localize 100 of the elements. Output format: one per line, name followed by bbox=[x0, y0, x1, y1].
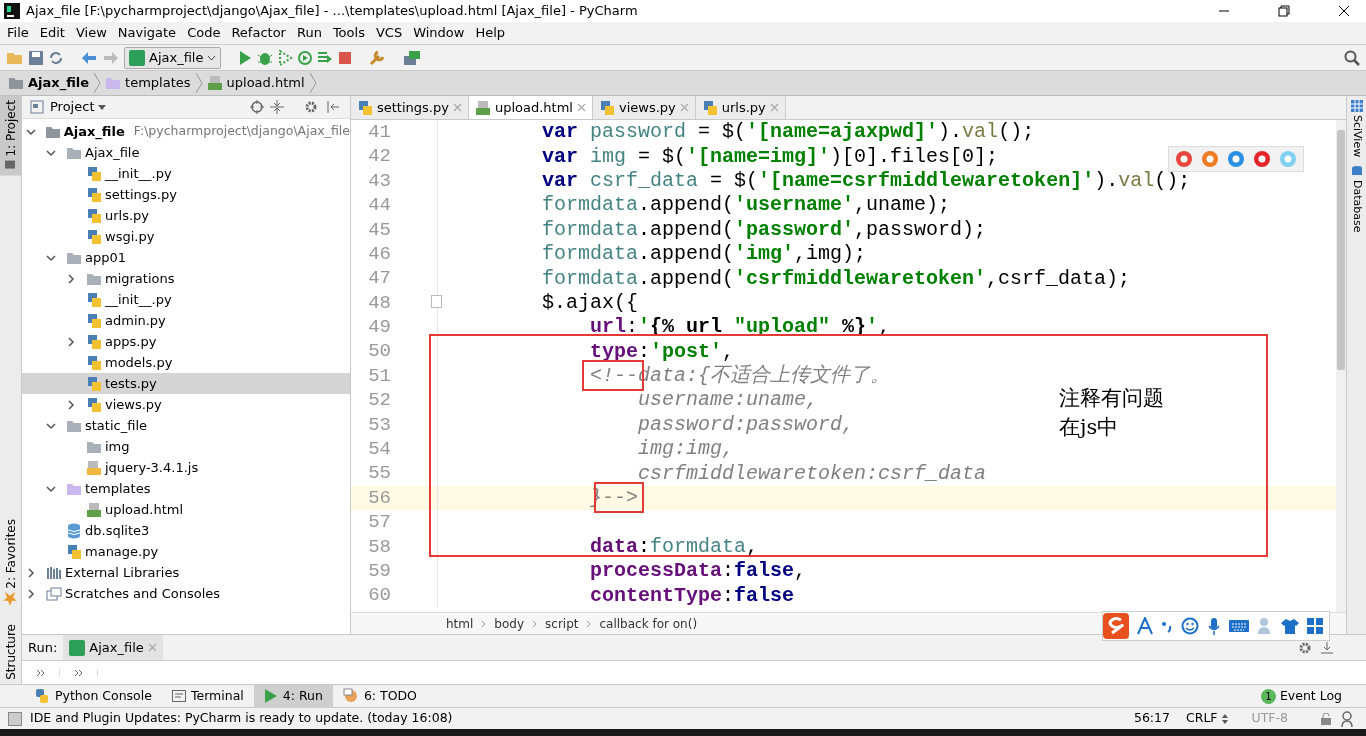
sdk-icon[interactable] bbox=[403, 49, 422, 66]
editor-tab[interactable]: upload.html bbox=[468, 96, 593, 119]
stop-icon[interactable] bbox=[337, 49, 354, 66]
status-icon[interactable] bbox=[8, 711, 22, 726]
hide-icon[interactable] bbox=[326, 100, 340, 114]
chevron-right-icon[interactable] bbox=[66, 336, 76, 347]
menu-item[interactable]: Refactor bbox=[226, 23, 292, 43]
fold-marker-icon[interactable] bbox=[431, 295, 442, 308]
tree-item[interactable]: Ajax_file bbox=[22, 142, 350, 163]
expand-icon[interactable] bbox=[73, 668, 84, 677]
locate-icon[interactable] bbox=[250, 100, 264, 114]
restore-icon[interactable] bbox=[1278, 5, 1290, 17]
tree-item[interactable]: settings.py bbox=[22, 184, 350, 205]
punctuation-icon[interactable] bbox=[1161, 619, 1173, 633]
close-icon[interactable] bbox=[1338, 5, 1350, 17]
chevron-down-icon[interactable] bbox=[46, 420, 56, 431]
event-log-button[interactable]: 1 Event Log bbox=[1260, 686, 1342, 706]
menu-item[interactable]: Run bbox=[291, 23, 328, 43]
menu-item[interactable]: Window bbox=[408, 23, 471, 43]
tree-item[interactable]: urls.py bbox=[22, 205, 350, 226]
lock-icon[interactable] bbox=[1320, 712, 1332, 725]
editor-tab[interactable]: views.py bbox=[592, 96, 696, 119]
menu-item[interactable]: VCS bbox=[370, 23, 409, 43]
expand-icon[interactable] bbox=[35, 668, 46, 677]
tree-item[interactable]: db.sqlite3 bbox=[22, 520, 350, 541]
scrollbar[interactable] bbox=[1336, 120, 1346, 612]
collapse-all-icon[interactable] bbox=[270, 100, 284, 114]
shirt-icon[interactable] bbox=[1281, 618, 1299, 634]
tree-item[interactable]: migrations bbox=[22, 268, 350, 289]
browser-icon[interactable] bbox=[1253, 150, 1271, 168]
chevron-down-icon[interactable] bbox=[26, 126, 36, 137]
tree-item[interactable]: views.py bbox=[22, 394, 350, 415]
tree-item[interactable]: External Libraries bbox=[22, 562, 350, 583]
browser-icon[interactable] bbox=[1175, 150, 1193, 168]
chevron-right-icon[interactable] bbox=[66, 399, 76, 410]
breadcrumb-item[interactable]: html bbox=[446, 614, 474, 633]
input-method-logo-icon[interactable] bbox=[1103, 613, 1129, 639]
tree-item[interactable]: apps.py bbox=[22, 331, 350, 352]
tree-item[interactable]: manage.py bbox=[22, 541, 350, 562]
chevron-right-icon[interactable] bbox=[26, 567, 36, 578]
menu-item[interactable]: Code bbox=[182, 23, 227, 43]
run-configuration-dropdown[interactable]: Ajax_file bbox=[124, 46, 222, 69]
run-tab[interactable]: Ajax_file bbox=[63, 634, 163, 661]
keyboard-icon[interactable] bbox=[1229, 619, 1249, 633]
tool-window-tab[interactable]: Structure bbox=[0, 620, 21, 684]
tool-window-tab[interactable]: Python Console bbox=[24, 684, 162, 708]
tree-item[interactable]: models.py bbox=[22, 352, 350, 373]
coverage-icon[interactable] bbox=[277, 49, 294, 66]
hide-icon[interactable] bbox=[1320, 640, 1334, 655]
chevron-down-icon[interactable] bbox=[46, 147, 56, 158]
menu-item[interactable]: File bbox=[2, 23, 35, 43]
concurrency-icon[interactable] bbox=[317, 49, 334, 66]
tool-window-tab[interactable]: Terminal bbox=[161, 684, 254, 708]
tool-window-tab[interactable]: SciView bbox=[1347, 96, 1366, 162]
breadcrumb-item[interactable]: body bbox=[494, 614, 525, 633]
tree-item[interactable]: img bbox=[22, 436, 350, 457]
tree-item[interactable]: templates bbox=[22, 478, 350, 499]
tool-window-tab[interactable]: 1: Project bbox=[0, 96, 21, 176]
menu-item[interactable]: Tools bbox=[327, 23, 371, 43]
font-icon[interactable] bbox=[1137, 617, 1153, 635]
chevron-down-icon[interactable] bbox=[46, 252, 56, 263]
breadcrumb-item[interactable]: script bbox=[545, 614, 579, 633]
menu-item[interactable]: Edit bbox=[34, 23, 71, 43]
tree-item[interactable]: __init__.py bbox=[22, 163, 350, 184]
tree-item[interactable]: upload.html bbox=[22, 499, 350, 520]
microphone-icon[interactable] bbox=[1207, 617, 1221, 635]
browser-icon[interactable] bbox=[1201, 150, 1219, 168]
cursor-position[interactable]: 56:17 bbox=[1133, 709, 1170, 728]
tree-item[interactable]: Scratches and Consoles bbox=[22, 583, 350, 604]
breadcrumb-item[interactable]: Ajax_file bbox=[8, 73, 90, 93]
tree-item[interactable]: jquery-3.4.1.js bbox=[22, 457, 350, 478]
chevron-right-icon[interactable] bbox=[66, 273, 76, 284]
tree-item[interactable]: admin.py bbox=[22, 310, 350, 331]
editor-tab[interactable]: urls.py bbox=[695, 96, 786, 119]
editor-tab[interactable]: settings.py bbox=[351, 96, 469, 119]
tree-item[interactable]: Ajax_file F:\pycharmproject\django\Ajax_file bbox=[22, 121, 350, 142]
tool-window-tab[interactable]: Database bbox=[1347, 161, 1366, 237]
tool-window-tab[interactable]: 4: Run bbox=[253, 684, 333, 708]
sync-icon[interactable] bbox=[48, 49, 64, 66]
tool-window-tab[interactable]: 6: TODO bbox=[332, 684, 427, 708]
tree-item[interactable]: __init__.py bbox=[22, 289, 350, 310]
save-icon[interactable] bbox=[28, 49, 44, 66]
menu-item[interactable]: Help bbox=[470, 23, 512, 43]
inspector-icon[interactable] bbox=[1340, 710, 1354, 727]
tree-item[interactable]: app01 bbox=[22, 247, 350, 268]
tree-item[interactable]: wsgi.py bbox=[22, 226, 350, 247]
breadcrumb-item[interactable]: upload.html bbox=[206, 73, 305, 93]
menu-item[interactable]: View bbox=[70, 23, 113, 43]
profile-icon[interactable] bbox=[297, 49, 314, 66]
view-dropdown[interactable]: Project bbox=[50, 97, 107, 117]
breadcrumb-item[interactable]: callback for on() bbox=[599, 614, 698, 633]
line-separator-selector[interactable]: CRLF bbox=[1185, 709, 1228, 728]
tree-item[interactable]: static_file bbox=[22, 415, 350, 436]
toolbox-icon[interactable] bbox=[1307, 618, 1323, 634]
chevron-down-icon[interactable] bbox=[46, 483, 56, 494]
emoji-icon[interactable] bbox=[1181, 617, 1199, 635]
breadcrumb-item[interactable]: templates bbox=[105, 73, 191, 93]
tool-window-tab[interactable]: 2: Favorites bbox=[0, 515, 21, 611]
search-icon[interactable] bbox=[1344, 49, 1360, 66]
tree-item[interactable]: tests.py bbox=[22, 373, 350, 394]
